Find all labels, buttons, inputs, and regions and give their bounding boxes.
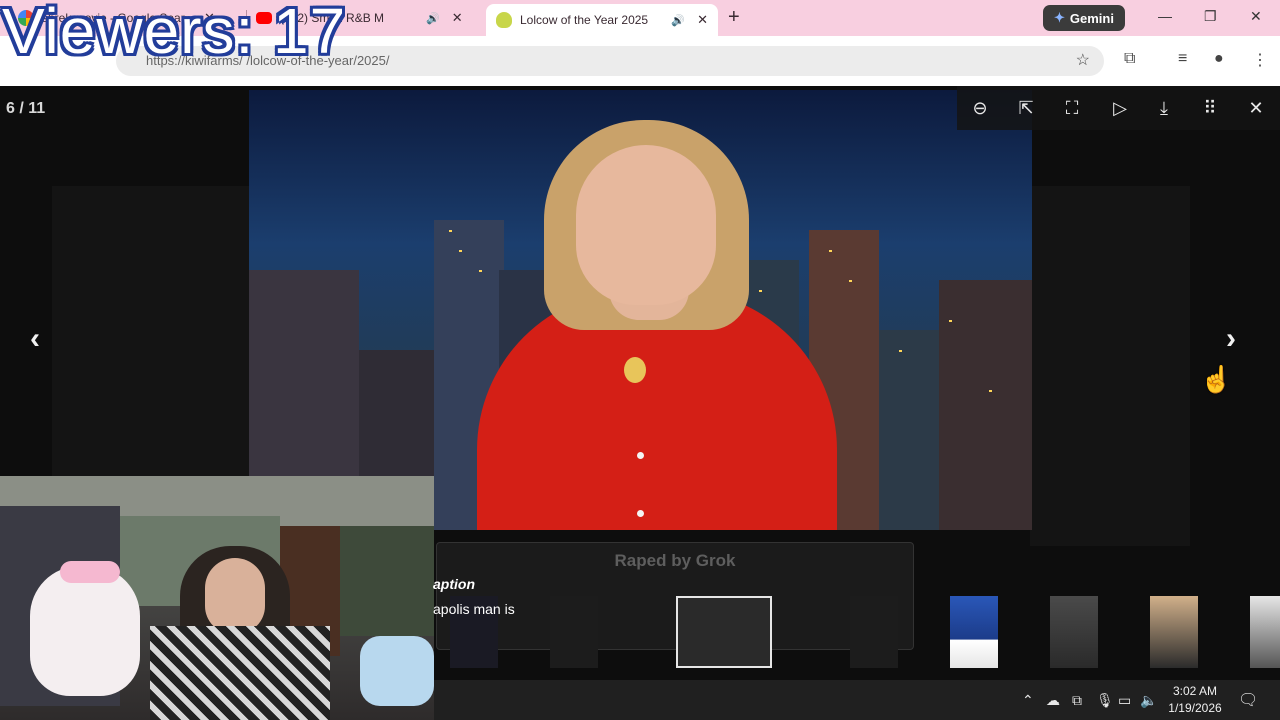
main-image[interactable] <box>249 90 1032 530</box>
fullscreen-icon[interactable]: ⛶ <box>1060 96 1084 120</box>
stream-caption-line-2: apolis man is <box>433 601 515 617</box>
tray-overflow-icon[interactable]: ⌃ <box>1022 692 1034 709</box>
plush-toy <box>30 566 140 696</box>
window-light <box>849 280 852 282</box>
profile-icon[interactable]: ● <box>1214 50 1224 68</box>
grid-icon[interactable]: ⠿ <box>1198 96 1222 120</box>
stream-caption-line-1: aption <box>433 576 475 592</box>
window-light <box>949 320 952 322</box>
window-light <box>989 390 992 392</box>
thumbnail-selected[interactable] <box>676 596 772 668</box>
thumbnail[interactable] <box>950 596 998 668</box>
window-light <box>449 230 452 232</box>
restore-icon[interactable]: ❐ <box>1204 8 1217 25</box>
close-icon[interactable]: ✕ <box>1244 96 1268 120</box>
thumbnail[interactable] <box>550 596 598 668</box>
background-panel <box>1030 186 1190 546</box>
close-window-icon[interactable]: ✕ <box>1250 8 1262 25</box>
speaker-icon[interactable]: 🔊 <box>426 12 440 25</box>
taskbar-clock[interactable]: 3:02 AM 1/19/2026 <box>1160 683 1230 717</box>
zoom-out-icon[interactable]: ⊖ <box>968 96 992 120</box>
window-light <box>759 290 762 292</box>
image-caption-title: Raped by Grok <box>614 551 736 570</box>
menu-kebab-icon[interactable]: ⋮ <box>1252 50 1268 70</box>
image-caption-box: Raped by Grok <box>436 542 914 650</box>
speaker-icon[interactable]: 🔊 <box>671 14 685 27</box>
thumbnail[interactable] <box>1050 596 1098 668</box>
clock-date: 1/19/2026 <box>1168 701 1222 715</box>
close-tab-icon[interactable]: ✕ <box>697 12 708 28</box>
hand-cursor-icon: ☝ <box>1200 364 1233 394</box>
viewer-control-bar: ⊖ ⇱ ⛶ ▷ ⤓ ⠿ ✕ <box>957 86 1280 130</box>
gemini-icon: ✦ <box>1054 10 1065 25</box>
network-icon[interactable]: ▭ <box>1118 692 1131 709</box>
thumbnail[interactable] <box>1150 596 1198 668</box>
bookmark-star-icon[interactable]: ☆ <box>1076 46 1090 76</box>
kiwi-icon <box>496 12 512 28</box>
media-controls-icon[interactable]: ≡ <box>1178 50 1187 68</box>
window-light <box>899 350 902 352</box>
volume-icon[interactable]: 🔈 <box>1140 692 1157 709</box>
minimize-icon[interactable]: — <box>1158 8 1172 24</box>
thumbnail[interactable] <box>1250 596 1280 668</box>
plush-hood <box>60 561 120 583</box>
meet-icon[interactable]: ⧉ <box>1072 692 1082 709</box>
image-counter: 6 / 11 <box>6 100 46 117</box>
new-tab-icon[interactable]: + <box>728 6 740 29</box>
shelf <box>340 526 434 636</box>
pendant <box>624 357 646 383</box>
open-new-window-icon[interactable]: ⇱ <box>1014 96 1038 120</box>
streamer-flannel <box>150 626 330 720</box>
shirt-button <box>637 452 644 459</box>
desk-item <box>360 636 434 706</box>
gemini-button[interactable]: ✦ Gemini <box>1043 5 1125 31</box>
building <box>939 280 1032 530</box>
streamer-face <box>205 558 265 634</box>
window-light <box>459 250 462 252</box>
viewer-count-overlay: Viewers: 17 <box>2 0 347 67</box>
shirt-button <box>637 510 644 517</box>
microphone-icon[interactable]: 🎙 <box>1096 692 1114 709</box>
download-icon[interactable]: ⤓ <box>1152 96 1176 120</box>
onedrive-icon[interactable]: ☁ <box>1046 692 1060 709</box>
gemini-label: Gemini <box>1069 10 1114 26</box>
clock-time: 3:02 AM <box>1172 684 1218 698</box>
notifications-icon[interactable]: 🗨 <box>1238 690 1258 710</box>
play-icon[interactable]: ▷ <box>1108 96 1132 120</box>
window-light <box>479 270 482 272</box>
close-tab-icon[interactable]: ✕ <box>452 10 463 26</box>
previous-arrow-icon[interactable]: ‹ <box>30 322 40 356</box>
extensions-icon[interactable]: ⧉ <box>1124 50 1135 68</box>
browser-tab-lolcow[interactable]: Lolcow of the Year 2025 🔊 ✕ <box>486 4 718 36</box>
thumbnail[interactable] <box>850 596 898 668</box>
next-arrow-icon[interactable]: › <box>1226 322 1236 356</box>
tab-title: Lolcow of the Year 2025 <box>520 13 649 27</box>
anchor-face <box>576 145 716 305</box>
webcam-overlay <box>0 476 434 720</box>
window-light <box>829 250 832 252</box>
